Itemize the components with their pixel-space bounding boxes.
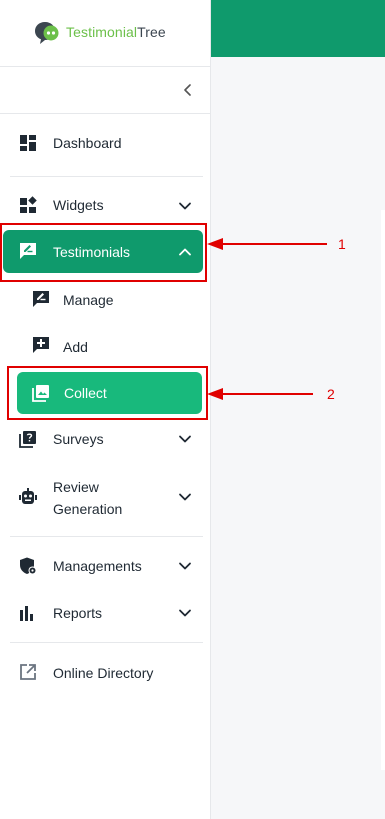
annotation-box-1 [0,223,207,282]
sidebar-item-label: Reports [53,605,103,621]
annotation-arrow-1 [207,238,327,250]
annotation-arrow-2 [207,388,313,400]
chevron-down-icon [179,493,191,501]
collapse-sidebar-button[interactable] [178,80,198,100]
sidebar-item-dashboard[interactable]: Dashboard [0,128,211,158]
sidebar-item-label: Managements [53,558,142,574]
divider [10,536,203,537]
brand-name: TestimonialTree [66,24,166,40]
annotation-label-2: 2 [327,386,335,402]
sidebar-item-label: Dashboard [53,135,122,151]
main-content-area [211,57,385,819]
sidebar-item-widgets[interactable]: Widgets [0,190,211,220]
manage-icon [33,291,49,307]
logo-icon [35,22,59,44]
external-link-icon [20,664,36,680]
sidebar-item-label: Surveys [53,431,104,447]
divider [0,66,211,67]
sidebar-item-manage[interactable]: Manage [0,284,211,314]
sidebar-item-add[interactable]: Add [0,331,211,361]
robot-icon [19,488,37,504]
divider [10,642,203,643]
surveys-icon [19,431,36,448]
dashboard-icon [20,135,36,151]
bar-chart-icon [20,606,33,621]
annotation-box-2 [7,366,208,420]
sidebar-item-reports[interactable]: Reports [0,598,211,628]
chevron-down-icon [179,435,191,443]
divider [10,176,203,177]
sidebar-item-online-directory[interactable]: Online Directory [0,657,211,687]
top-header-bar [211,0,385,57]
sidebar-item-label: Online Directory [53,665,154,681]
add-icon [33,337,49,353]
chevron-down-icon [179,202,191,210]
chevron-down-icon [179,562,191,570]
widgets-icon [20,196,37,213]
sidebar-item-label: Add [63,339,88,355]
annotation-label-1: 1 [338,236,346,252]
sidebar-item-label: Widgets [53,197,104,213]
sidebar-item-label-line1: Review [53,479,99,495]
divider [0,113,211,114]
brand-logo[interactable]: TestimonialTree [34,19,166,45]
chevron-left-icon [184,84,191,96]
sidebar-item-label-line2: Generation [53,501,123,517]
content-card-edge [381,210,385,770]
sidebar-item-managements[interactable]: Managements [0,551,211,581]
chevron-down-icon [179,609,191,617]
sidebar-item-review-generation[interactable]: Review Generation [0,474,211,520]
sidebar-item-label: Manage [63,292,114,308]
sidebar-item-surveys[interactable]: Surveys [0,424,211,454]
shield-icon [20,557,37,575]
